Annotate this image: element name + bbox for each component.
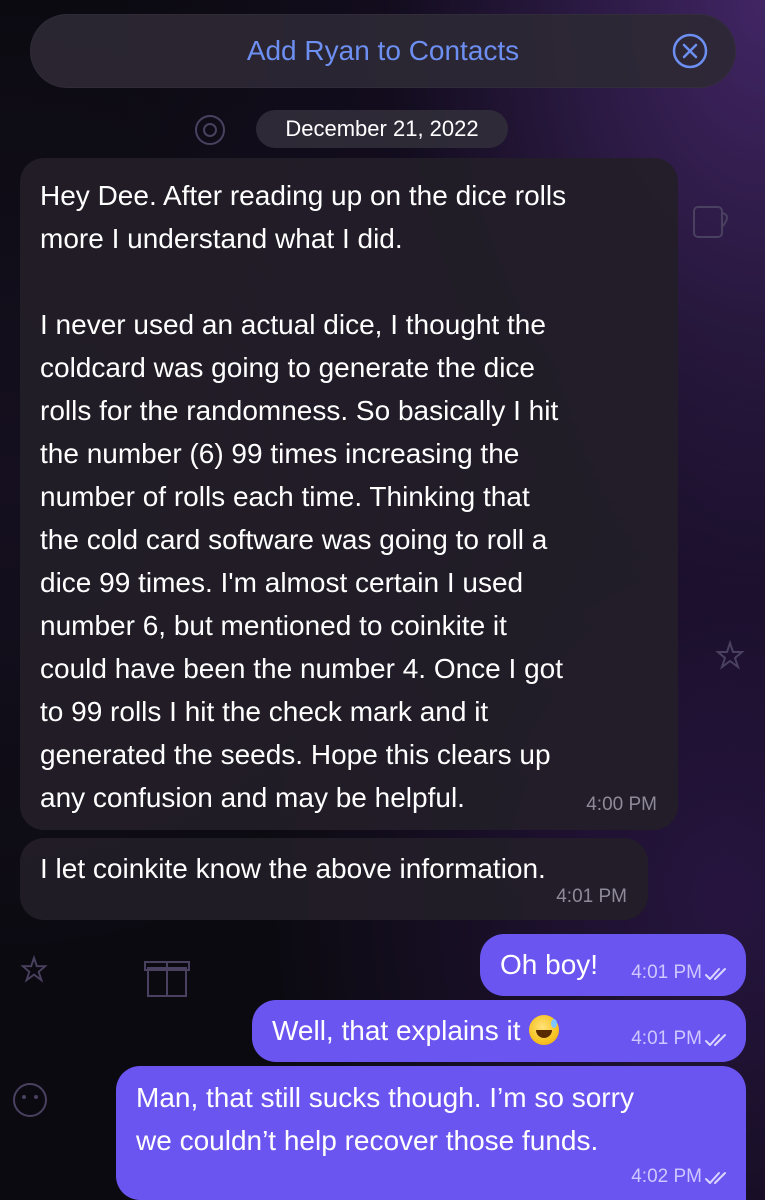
message-text: Man, that still sucks though. I’m so sor… (136, 1082, 634, 1156)
close-icon[interactable] (672, 33, 708, 69)
date-separator: December 21, 2022 (256, 110, 508, 148)
doodle-star-icon (20, 955, 48, 983)
message-text: I let coinkite know the above informatio… (40, 853, 546, 884)
message-time: 4:01 PM (631, 962, 702, 983)
outgoing-message[interactable]: Well, that explains it 4:01 PM (252, 1000, 746, 1062)
message-time: 4:01 PM (631, 1028, 702, 1049)
doodle-swirl-icon (195, 115, 225, 145)
doodle-cup-icon (693, 206, 728, 238)
outgoing-message[interactable]: Oh boy! 4:01 PM (480, 934, 746, 996)
incoming-message[interactable]: I let coinkite know the above informatio… (20, 838, 648, 920)
incoming-message[interactable]: Hey Dee. After reading up on the dice ro… (20, 158, 678, 830)
message-time: 4:02 PM (631, 1166, 702, 1187)
doodle-gift-icon (144, 961, 190, 997)
doodle-circle-icon (13, 1083, 47, 1117)
read-checks-icon (705, 1034, 726, 1046)
message-time: 4:00 PM (586, 794, 657, 815)
message-text: Hey Dee. After reading up on the dice ro… (40, 180, 567, 813)
read-checks-icon (705, 968, 726, 980)
add-contact-link[interactable]: Add Ryan to Contacts (30, 14, 736, 88)
read-checks-icon (705, 1172, 726, 1184)
message-text: Well, that explains it (272, 1015, 521, 1046)
sweat-smile-emoji (528, 1015, 559, 1045)
add-contact-banner[interactable]: Add Ryan to Contacts (30, 14, 736, 88)
doodle-star-icon (715, 640, 745, 670)
outgoing-message[interactable]: Man, that still sucks though. I’m so sor… (116, 1066, 746, 1200)
message-time: 4:01 PM (556, 886, 627, 907)
